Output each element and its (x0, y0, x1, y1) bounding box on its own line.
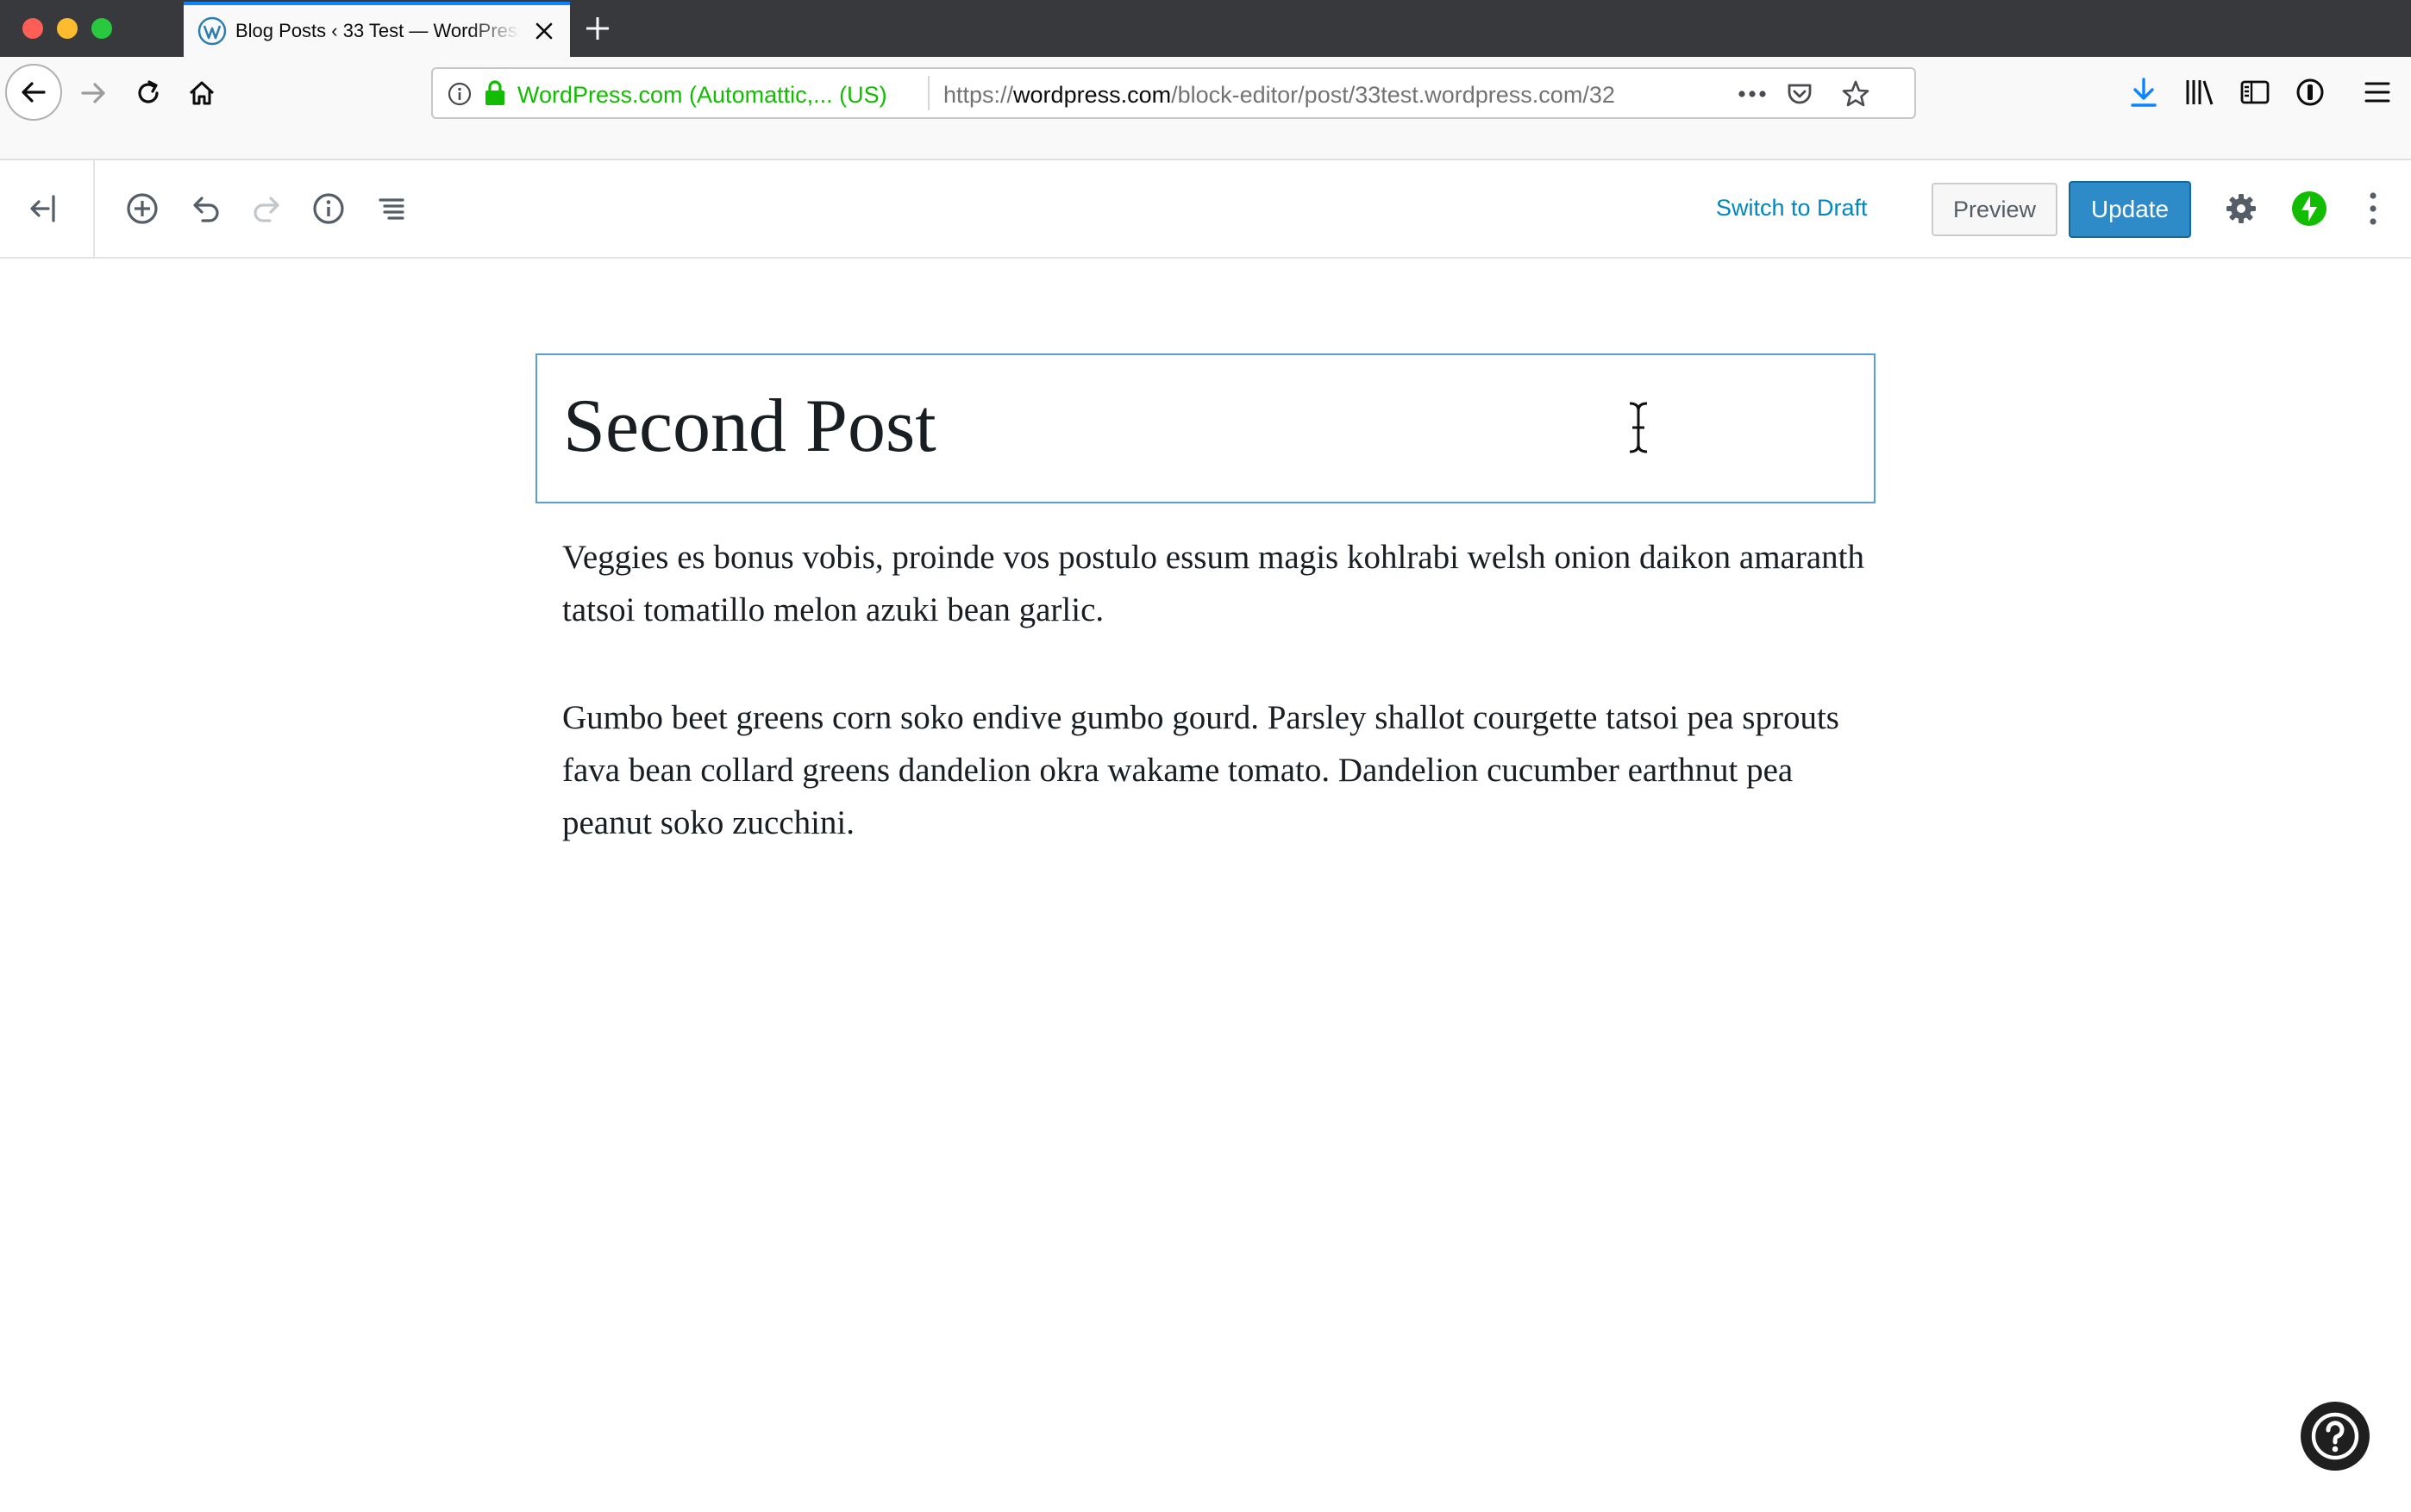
help-button[interactable] (2301, 1402, 2370, 1471)
toolbar-divider (93, 160, 95, 257)
new-tab-icon[interactable] (581, 12, 614, 45)
switch-to-draft-button[interactable]: Switch to Draft (1716, 195, 1868, 222)
update-button[interactable]: Update (2069, 181, 2191, 238)
url-host: wordpress.com (1013, 82, 1172, 108)
jetpack-icon (2292, 191, 2326, 226)
menu-icon[interactable] (2363, 78, 2392, 107)
close-window-button[interactable] (22, 18, 43, 39)
exit-editor-button[interactable] (24, 188, 66, 229)
outline-icon (379, 198, 404, 220)
paragraph-block[interactable]: Gumbo beet greens corn soko endive gumbo… (562, 691, 1873, 849)
settings-gear-icon (2226, 194, 2256, 223)
settings-button[interactable] (2220, 188, 2262, 229)
url-path: /block-editor/post/33test.wordpress.com/… (1171, 82, 1615, 108)
address-bar[interactable]: WordPress.com (Automattic,... (US) https… (431, 67, 1916, 119)
post-title-block[interactable]: Second Post (535, 353, 1876, 503)
exit-icon (30, 195, 55, 222)
url-divider (928, 76, 930, 110)
add-block-icon (127, 193, 158, 224)
pocket-icon[interactable] (1785, 79, 1814, 109)
more-options-button[interactable] (2352, 188, 2394, 229)
minimize-window-button[interactable] (57, 18, 78, 39)
close-tab-icon[interactable] (532, 19, 556, 43)
preview-button[interactable]: Preview (1932, 183, 2057, 236)
help-icon (2311, 1412, 2359, 1460)
zoom-window-button[interactable] (91, 18, 112, 39)
text-cursor-icon (1629, 402, 1648, 453)
tab-title: Blog Posts ‹ 33 Test — WordPress.com (235, 20, 520, 41)
jetpack-button[interactable] (2289, 188, 2330, 229)
paragraph-block[interactable]: Veggies es bonus vobis, proinde vos post… (562, 531, 1873, 636)
home-button[interactable] (183, 74, 221, 112)
more-icon[interactable] (1737, 84, 1768, 104)
download-icon[interactable] (2128, 76, 2159, 110)
password-manager-icon[interactable] (2294, 76, 2326, 109)
site-identity[interactable]: WordPress.com (Automattic,... (US) (517, 82, 887, 109)
info-icon (313, 193, 344, 224)
content-info-button[interactable] (308, 188, 349, 229)
browser-navigation-bar: WordPress.com (Automattic,... (US) https… (0, 57, 2411, 160)
sidebar-icon[interactable] (2239, 76, 2271, 109)
post-title[interactable]: Second Post (563, 383, 936, 470)
lock-icon[interactable] (483, 79, 507, 107)
url-scheme: https:// (943, 82, 1014, 108)
redo-icon (254, 197, 279, 222)
browser-tab[interactable]: Blog Posts ‹ 33 Test — WordPress.com (184, 2, 570, 57)
redo-button[interactable] (247, 188, 288, 229)
library-icon[interactable] (2183, 76, 2216, 109)
info-icon[interactable] (447, 81, 473, 107)
forward-icon (81, 83, 105, 103)
add-block-button[interactable] (122, 188, 163, 229)
forward-button[interactable] (74, 74, 112, 112)
editor-toolbar: Switch to Draft Preview Update (0, 160, 2411, 259)
wordpress-icon (197, 16, 227, 46)
back-icon (22, 82, 46, 103)
browser-tab-bar: Blog Posts ‹ 33 Test — WordPress.com (0, 0, 2411, 57)
url-field[interactable]: https://wordpress.com/block-editor/post/… (943, 82, 1615, 109)
reload-icon (138, 80, 159, 103)
more-options-icon (2370, 192, 2377, 225)
block-navigation-button[interactable] (371, 188, 412, 229)
undo-button[interactable] (185, 188, 226, 229)
reload-button[interactable] (129, 74, 167, 112)
star-icon[interactable] (1840, 78, 1871, 109)
back-button[interactable] (5, 64, 62, 121)
undo-icon (193, 197, 219, 222)
home-icon (189, 81, 215, 105)
